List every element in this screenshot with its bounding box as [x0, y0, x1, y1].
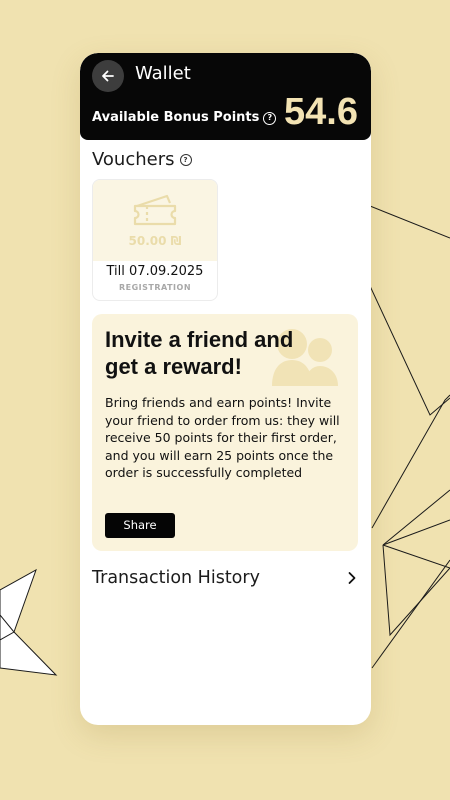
bonus-points-value: 54.6 — [284, 91, 358, 133]
vouchers-section-title: Vouchers ? — [92, 148, 192, 172]
vouchers-title: Vouchers — [92, 149, 175, 170]
voucher-valid-till: Till 07.09.2025 — [106, 264, 204, 279]
arrow-left-icon — [102, 70, 114, 82]
voucher-card[interactable]: 50.00 ₪ Till 07.09.2025 REGISTRATION — [92, 179, 218, 301]
ticket-icon — [133, 194, 177, 226]
invite-description: Bring friends and earn points! Invite yo… — [105, 395, 340, 481]
question-circle-icon[interactable]: ? — [179, 154, 192, 166]
bonus-points-label-text: Available Bonus Points — [92, 110, 260, 125]
chevron-right-icon — [348, 572, 356, 584]
app-screen: Wallet Available Bonus Points ? 54.6 Vou… — [80, 53, 371, 725]
question-circle-icon[interactable]: ? — [263, 111, 277, 125]
invite-title: Invite a friend and get a reward! — [105, 327, 294, 379]
wallet-header: Wallet Available Bonus Points ? 54.6 — [80, 53, 371, 140]
transaction-history-label: Transaction History — [92, 568, 260, 588]
invite-friend-card: Invite a friend and get a reward! Bring … — [92, 314, 358, 551]
bonus-points-label: Available Bonus Points ? — [92, 109, 277, 127]
transaction-history-link[interactable]: Transaction History — [92, 565, 358, 591]
voucher-image: 50.00 ₪ — [93, 180, 217, 261]
back-button[interactable] — [92, 60, 124, 92]
share-button[interactable]: Share — [105, 513, 175, 538]
voucher-amount: 50.00 ₪ — [128, 234, 182, 248]
page-title: Wallet — [135, 63, 191, 84]
voucher-source: REGISTRATION — [118, 283, 192, 292]
